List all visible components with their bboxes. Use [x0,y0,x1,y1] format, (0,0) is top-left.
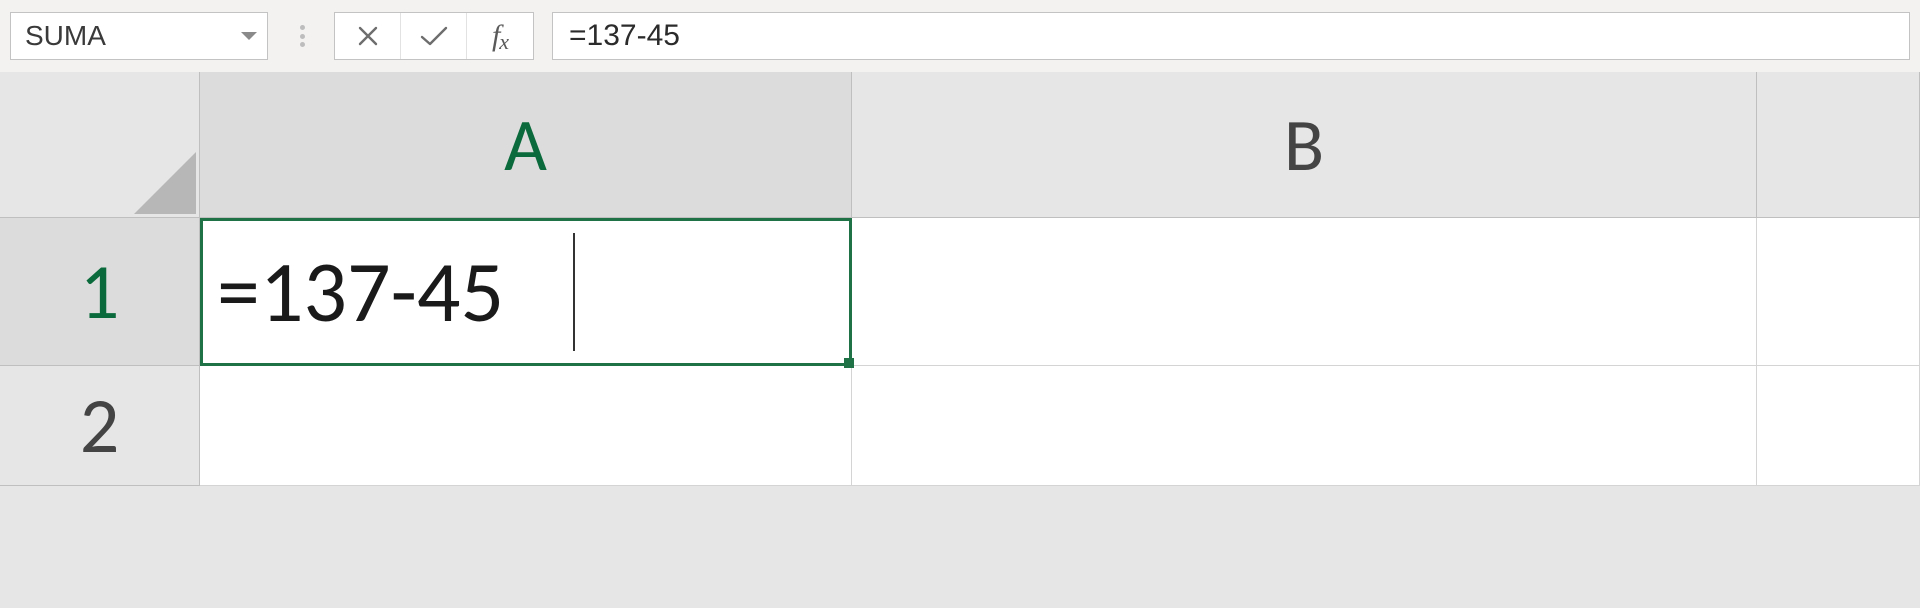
text-caret [573,233,575,351]
cell-a2[interactable] [200,366,852,486]
cell-c2[interactable] [1757,366,1920,486]
cancel-button[interactable] [335,13,401,59]
insert-function-button[interactable]: fx [467,13,533,59]
enter-button[interactable] [401,13,467,59]
column-header-a[interactable]: A [200,72,852,218]
check-icon [419,24,449,48]
formula-bar[interactable] [552,12,1910,60]
chevron-down-icon [241,32,257,40]
expand-handle[interactable] [286,12,320,60]
cell-a1[interactable]: =137-45 [200,218,852,366]
cell-a1-value: =137-45 [217,240,835,345]
fx-icon: fx [492,19,508,53]
dots-icon [300,25,306,47]
formula-input[interactable] [569,19,1893,53]
cell-b2[interactable] [852,366,1757,486]
column-header-b[interactable]: B [852,72,1757,218]
column-header-c[interactable] [1757,72,1920,218]
name-box-value: SUMA [25,20,241,52]
cell-c1[interactable] [1757,218,1920,366]
cell-b1[interactable] [852,218,1757,366]
close-icon [356,24,380,48]
row-header-1[interactable]: 1 [0,218,200,366]
name-box[interactable]: SUMA [10,12,268,60]
select-all-corner[interactable] [0,72,200,218]
row-header-2[interactable]: 2 [0,366,200,486]
spreadsheet-grid[interactable]: A B 1 =137-45 2 [0,72,1920,608]
formula-controls: fx [334,12,534,60]
